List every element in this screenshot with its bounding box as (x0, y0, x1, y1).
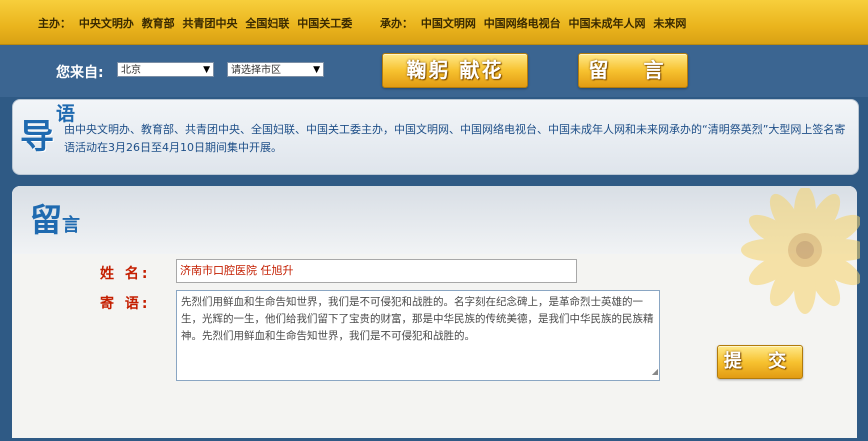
sponsor-item: 中国关工委 (297, 17, 353, 30)
sponsor-item: 教育部 (141, 17, 175, 30)
organizer-line: 承办： 中国文明网 中国网络电视台 中国未成年人网 未来网 (380, 15, 686, 31)
from-label: 您来自: (56, 65, 104, 81)
city-placeholder: 请选择市区 (231, 65, 281, 76)
dropdown-arrow-icon: ▼ (313, 65, 320, 75)
sponsor-line: 主办： 中央文明办 教育部 共青团中央 全国妇联 中国关工委 (38, 15, 352, 31)
message-title: 留言 (30, 195, 80, 241)
organizer-bar: 主办： 中央文明办 教育部 共青团中央 全国妇联 中国关工委 承办： 中国文明网… (0, 0, 868, 45)
name-label: 姓 名: (100, 266, 151, 282)
organizer-label: 承办： (380, 17, 413, 30)
message-text: 先烈们用鲜血和生命告知世界，我们是不可侵犯和战胜的。名字刻在纪念碑上，是革命烈士… (181, 296, 654, 342)
sponsor-item: 共青团中央 (182, 17, 238, 30)
organizer-item: 中国网络电视台 (483, 17, 561, 30)
submit-button[interactable]: 提 交 (717, 345, 803, 379)
name-input[interactable]: 济南市口腔医院 任旭升 (176, 259, 577, 283)
organizer-item: 中国文明网 (420, 17, 476, 30)
message-title-small: 言 (62, 215, 81, 236)
dropdown-arrow-icon: ▼ (203, 65, 210, 75)
message-title-big: 留 (30, 201, 63, 239)
organizer-item: 中国未成年人网 (568, 17, 646, 30)
message-header (12, 186, 857, 254)
intro-title-big: 导 (20, 117, 54, 157)
flower-decoration-icon (741, 188, 860, 314)
sponsor-label: 主办： (38, 17, 71, 30)
textarea-resize-icon[interactable]: ◢ (652, 363, 658, 380)
province-select[interactable]: 北京 ▼ (117, 62, 214, 77)
leave-message-button[interactable]: 留 言 (578, 53, 688, 88)
bow-flower-button[interactable]: 鞠躬 献花 (382, 53, 528, 88)
message-textarea[interactable]: 先烈们用鲜血和生命告知世界，我们是不可侵犯和战胜的。名字刻在纪念碑上，是革命烈士… (176, 290, 660, 381)
intro-text: 由中央文明办、教育部、共青团中央、全国妇联、中国关工委主办，中国文明网、中国网络… (64, 123, 846, 154)
sponsor-item: 中央文明办 (78, 17, 134, 30)
province-value: 北京 (121, 65, 141, 76)
city-select[interactable]: 请选择市区 ▼ (227, 62, 324, 77)
message-label: 寄 语: (100, 296, 151, 312)
organizer-item: 未来网 (653, 17, 687, 30)
sponsor-item: 全国妇联 (245, 17, 290, 30)
